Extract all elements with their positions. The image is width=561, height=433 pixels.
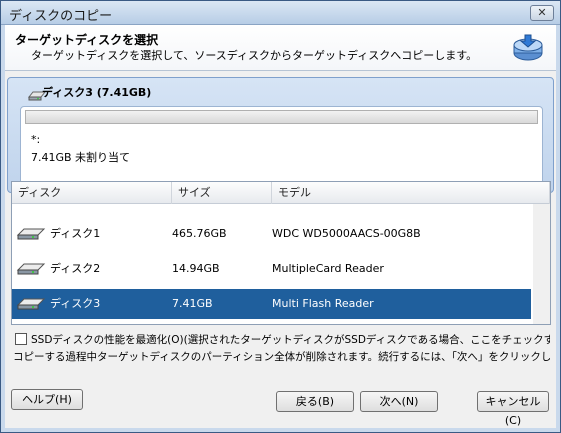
- row-disk: ディスク3: [50, 297, 101, 310]
- list-header: ディスク サイズ モデル: [12, 182, 550, 204]
- dialog-body: ターゲットディスクを選択 ターゲットディスクを選択して、ソースディスクからターゲ…: [5, 25, 556, 428]
- row-model: Multi Flash Reader: [272, 297, 374, 310]
- ssd-optimize-label: SSDディスクの性能を最適化(O)(選択されたターゲットディスクがSSDディスク…: [31, 334, 550, 346]
- row-model: MultipleCard Reader: [272, 262, 384, 275]
- close-icon: ✕: [537, 6, 547, 19]
- page-title: ターゲットディスクを選択: [15, 33, 159, 47]
- table-row-selected[interactable]: ディスク3 7.41GB Multi Flash Reader: [12, 289, 531, 319]
- table-row[interactable]: ディスク2 14.94GB MultipleCard Reader: [12, 254, 531, 284]
- wizard-header: ターゲットディスクを選択 ターゲットディスクを選択して、ソースディスクからターゲ…: [5, 25, 556, 71]
- disk-list[interactable]: ディスク サイズ モデル ディスク1 465.76GB WDC WD5000AA…: [11, 181, 551, 325]
- row-size: 14.94GB: [172, 262, 220, 275]
- row-model: WDC WD5000AACS-00G8B: [272, 227, 421, 240]
- column-model[interactable]: モデル: [272, 182, 550, 204]
- title-bar: ディスクのコピー ✕: [1, 1, 560, 25]
- row-disk: ディスク1: [50, 227, 101, 240]
- hard-disk-icon: [16, 298, 46, 310]
- row-disk: ディスク2: [50, 262, 101, 275]
- selected-disk-panel: ディスク3 (7.41GB) *: 7.41GB 未割り当て: [7, 77, 554, 193]
- table-row[interactable]: ディスク1 465.76GB WDC WD5000AACS-00G8B: [12, 219, 531, 249]
- next-button[interactable]: 次へ(N): [360, 391, 438, 412]
- selected-disk-label: ディスク3 (7.41GB): [42, 86, 152, 99]
- ssd-option[interactable]: SSDディスクの性能を最適化(O)(選択されたターゲットディスクがSSDディスク…: [15, 331, 550, 347]
- dialog-window: ディスクのコピー ✕ ターゲットディスクを選択 ターゲットディスクを選択して、ソ…: [0, 0, 561, 433]
- help-button[interactable]: ヘルプ(H): [11, 389, 83, 410]
- partition-description: 7.41GB 未割り当て: [31, 151, 131, 164]
- column-size[interactable]: サイズ: [172, 182, 272, 204]
- row-size: 7.41GB: [172, 297, 213, 310]
- warning-text: コピーする過程中ターゲットディスクのパーティション全体が削除されます。続行するに…: [13, 351, 550, 363]
- ssd-optimize-checkbox[interactable]: [15, 333, 27, 345]
- back-button[interactable]: 戻る(B): [276, 391, 354, 412]
- page-subtitle: ターゲットディスクを選択して、ソースディスクからターゲットディスクへコピーします…: [31, 49, 478, 62]
- close-button[interactable]: ✕: [530, 5, 554, 21]
- hard-disk-icon: [16, 263, 46, 275]
- list-scrollbar[interactable]: [533, 204, 550, 324]
- disk-map[interactable]: *: 7.41GB 未割り当て: [20, 106, 543, 186]
- hard-disk-icon: [16, 228, 46, 240]
- partition-bar[interactable]: [25, 110, 538, 124]
- column-disk[interactable]: ディスク: [12, 182, 172, 204]
- disk-copy-icon: [513, 34, 543, 61]
- row-size: 465.76GB: [172, 227, 227, 240]
- cancel-button[interactable]: キャンセル(C): [477, 391, 549, 427]
- window-title: ディスクのコピー: [9, 9, 113, 24]
- partition-name: *:: [31, 133, 41, 146]
